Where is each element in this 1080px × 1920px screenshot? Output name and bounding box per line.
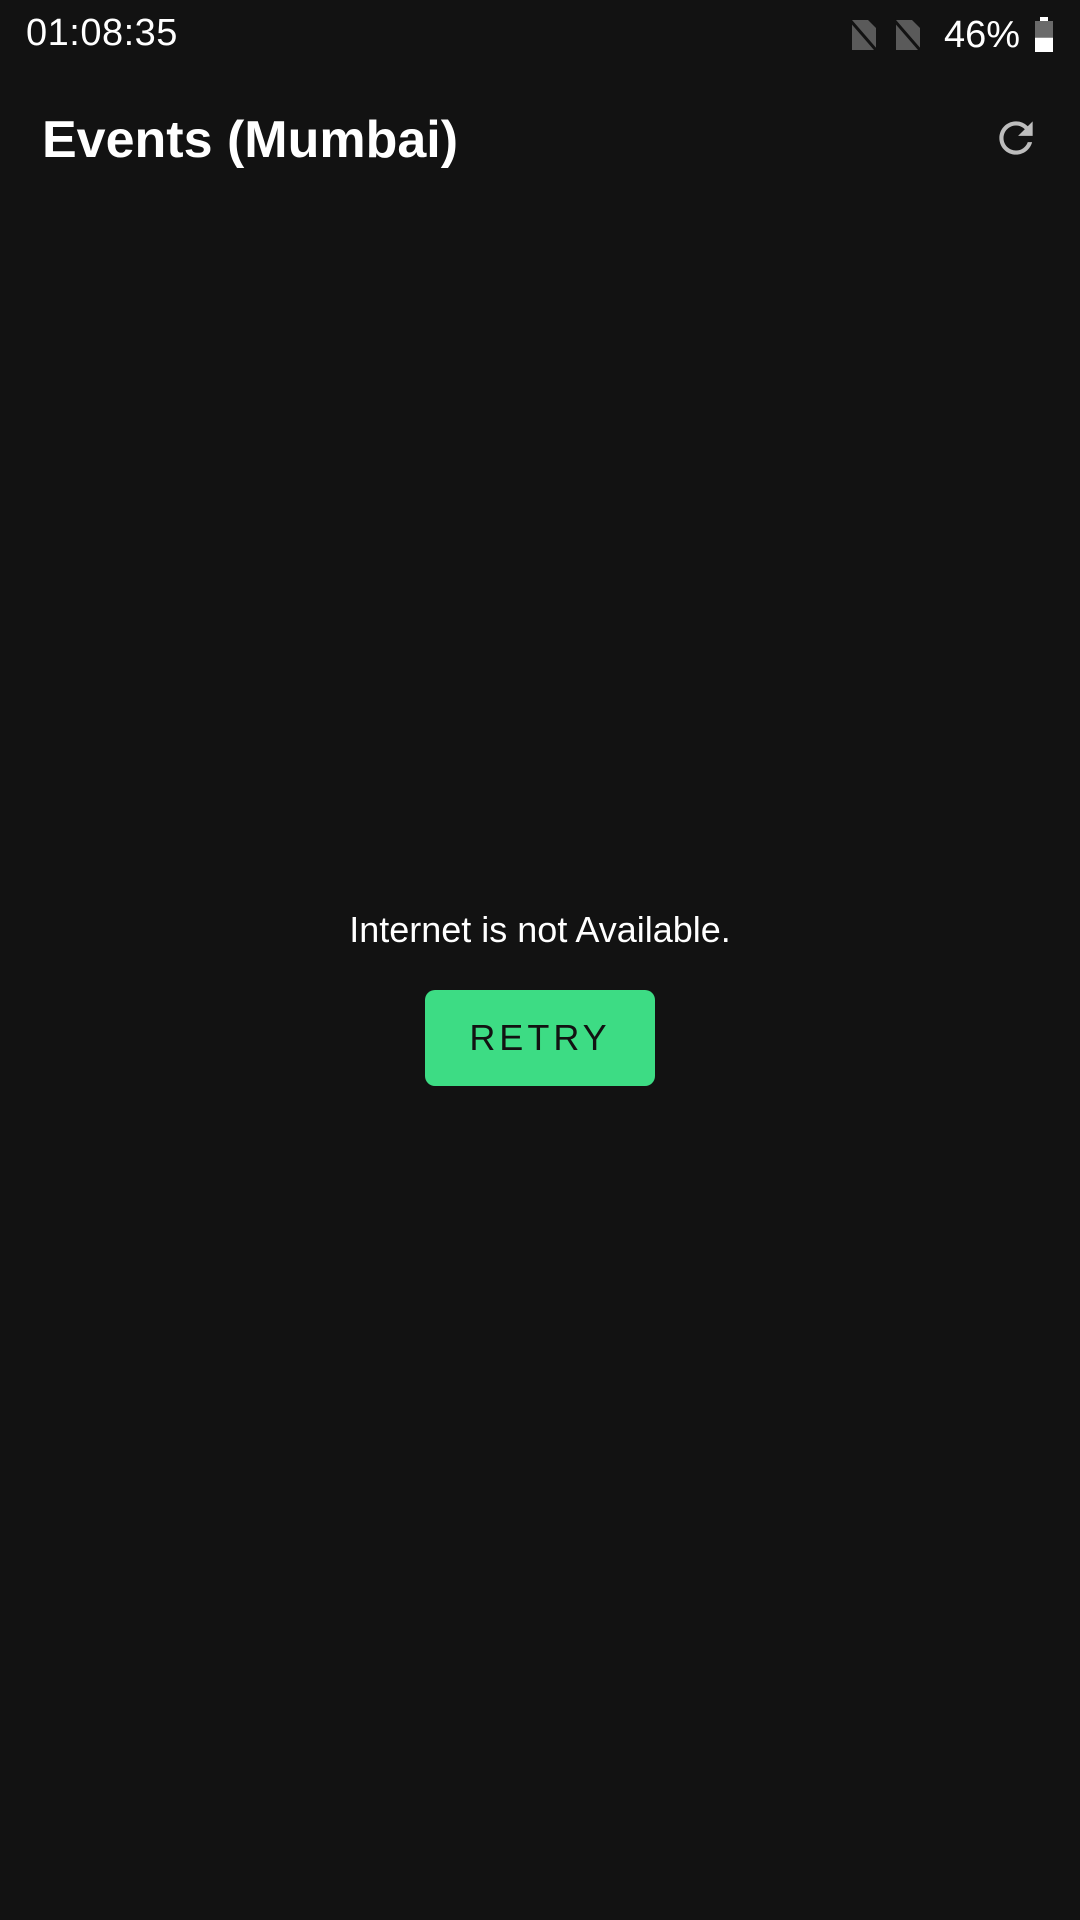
no-sim-icon — [892, 19, 922, 51]
battery-icon — [1035, 17, 1053, 52]
app-bar: Events (Mumbai) — [0, 88, 1080, 192]
no-sim-icon — [848, 19, 878, 51]
retry-button[interactable]: RETRY — [425, 990, 655, 1086]
refresh-icon — [999, 121, 1033, 155]
status-icons: 46% — [848, 12, 1054, 58]
empty-state: Internet is not Available. RETRY — [0, 900, 1080, 1086]
battery-percent: 46% — [943, 14, 1020, 56]
no-internet-message: Internet is not Available. — [349, 909, 731, 950]
page-title: Events (Mumbai) — [42, 111, 459, 169]
status-time: 01:08:35 — [26, 12, 178, 54]
status-bar: 01:08:35 46% — [0, 0, 1080, 66]
refresh-button[interactable] — [980, 102, 1052, 174]
